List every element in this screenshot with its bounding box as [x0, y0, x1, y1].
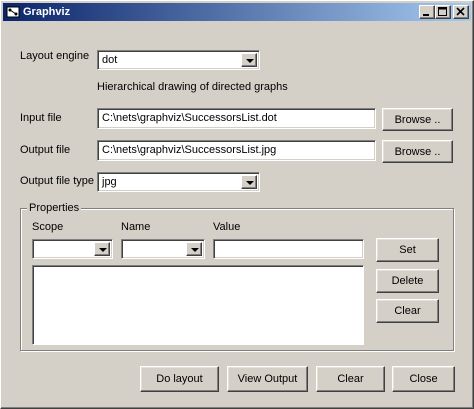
properties-clear-button[interactable]: Clear [376, 299, 439, 323]
properties-group-label: Properties [27, 201, 82, 215]
close-icon [456, 7, 465, 16]
layout-engine-select[interactable]: dot [97, 50, 260, 70]
layout-engine-label: Layout engine [20, 50, 90, 62]
output-file-type-label: Output file type [20, 175, 94, 187]
input-file-field[interactable]: C:\nets\graphviz\SuccessorsList.dot [97, 108, 376, 129]
graphviz-window: Graphviz Layout engine dot Hierarchical … [0, 0, 474, 409]
layout-engine-description: Hierarchical drawing of directed graphs [97, 81, 288, 93]
delete-button-label: Delete [391, 275, 424, 287]
set-button[interactable]: Set [376, 238, 439, 262]
output-file-label: Output file [20, 144, 71, 156]
app-icon [6, 6, 20, 18]
input-browse-button[interactable]: Browse .. [382, 108, 453, 131]
do-layout-label: Do layout [156, 373, 203, 385]
property-value-field[interactable] [213, 239, 364, 259]
view-output-label: View Output [237, 373, 298, 385]
layout-engine-value: dot [102, 54, 118, 66]
value-label: Value [213, 221, 241, 233]
close-window-button[interactable] [453, 5, 469, 19]
clear-label: Clear [337, 373, 364, 385]
minimize-button[interactable] [419, 5, 435, 19]
name-select[interactable] [121, 239, 205, 259]
minimize-icon [423, 14, 429, 16]
close-label: Close [409, 373, 438, 385]
set-button-label: Set [399, 244, 416, 256]
close-button[interactable]: Close [392, 366, 455, 392]
view-output-button[interactable]: View Output [227, 366, 308, 392]
chevron-down-icon[interactable] [241, 175, 257, 189]
do-layout-button[interactable]: Do layout [140, 366, 219, 392]
scope-label: Scope [32, 221, 64, 233]
maximize-button[interactable] [435, 5, 451, 19]
chevron-down-icon[interactable] [94, 242, 110, 256]
scope-select[interactable] [32, 239, 113, 259]
title-bar[interactable]: Graphviz [3, 3, 471, 21]
delete-button[interactable]: Delete [376, 269, 439, 293]
properties-clear-label: Clear [394, 305, 421, 317]
output-browse-label: Browse .. [394, 145, 441, 158]
input-file-label: Input file [20, 112, 62, 124]
chevron-down-icon[interactable] [186, 242, 202, 256]
output-file-type-value: jpg [102, 176, 117, 188]
clear-button[interactable]: Clear [316, 366, 385, 392]
properties-list[interactable] [32, 265, 364, 345]
output-browse-button[interactable]: Browse .. [382, 140, 453, 163]
window-title: Graphviz [23, 6, 71, 18]
input-browse-label: Browse .. [394, 113, 441, 126]
name-label: Name [121, 221, 151, 233]
output-file-field[interactable]: C:\nets\graphviz\SuccessorsList.jpg [97, 140, 376, 161]
maximize-icon [438, 7, 447, 16]
output-file-type-select[interactable]: jpg [97, 172, 260, 192]
chevron-down-icon[interactable] [241, 53, 257, 67]
